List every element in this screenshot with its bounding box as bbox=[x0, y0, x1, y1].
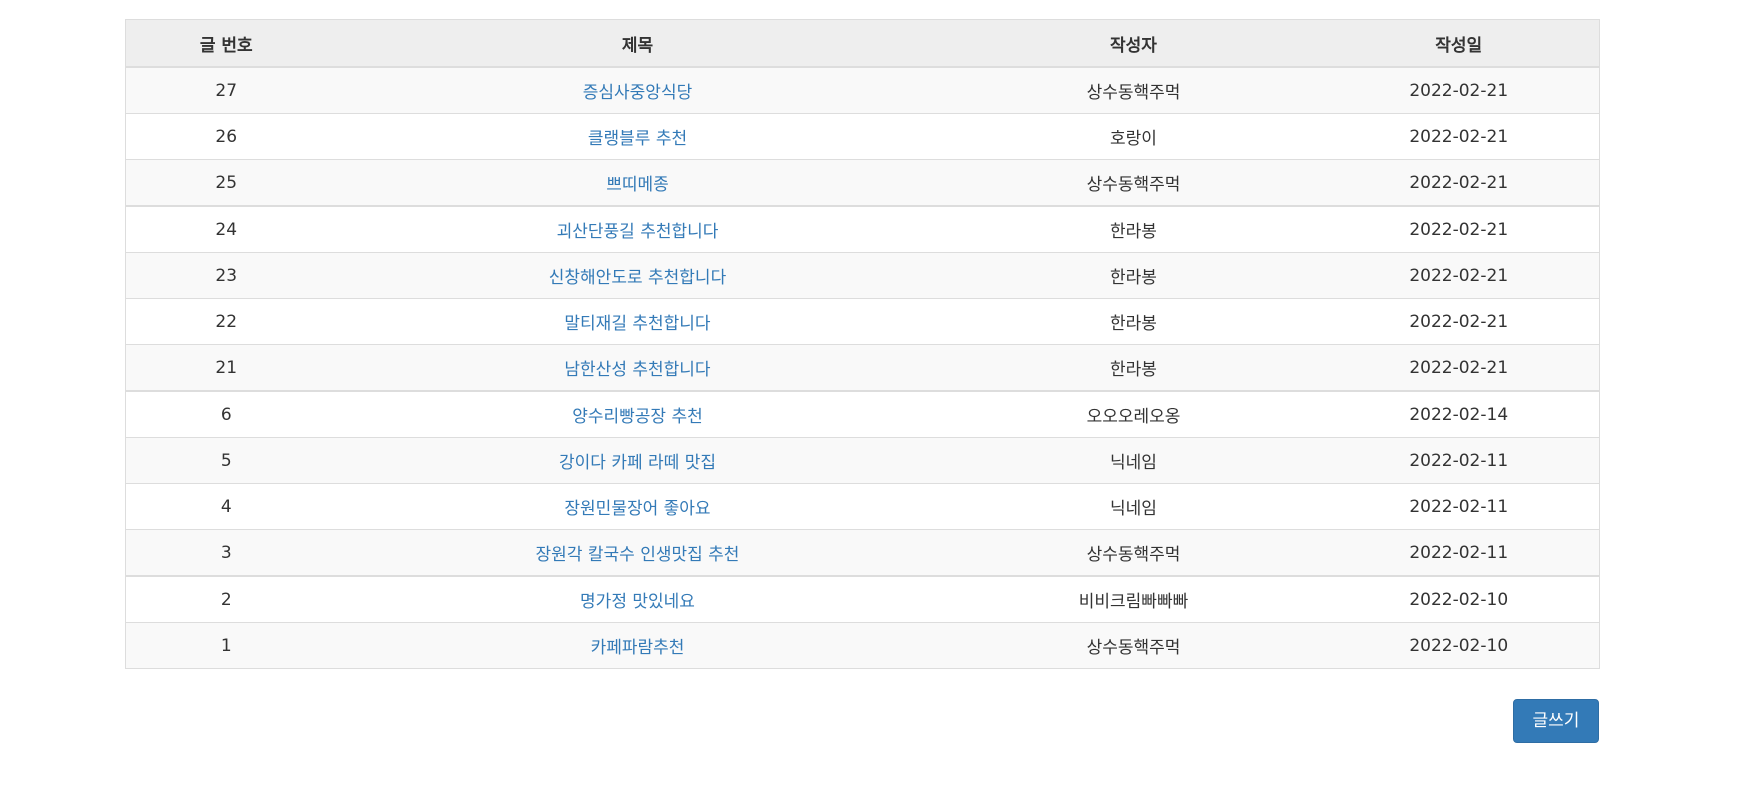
post-title-link[interactable]: 강이다 카페 라떼 맛집 bbox=[559, 453, 716, 473]
post-writer: 상수동핵주먹 bbox=[948, 529, 1319, 576]
table-row: 5 강이다 카페 라떼 맛집 닉네임 2022-02-11 bbox=[125, 437, 1600, 484]
post-date: 2022-02-21 bbox=[1318, 344, 1600, 391]
post-number: 3 bbox=[125, 529, 327, 576]
post-writer: 오오오레오옹 bbox=[948, 390, 1319, 438]
post-number: 1 bbox=[125, 622, 327, 669]
post-writer: 닉네임 bbox=[948, 437, 1319, 484]
post-writer: 한라봉 bbox=[948, 298, 1319, 345]
post-number: 22 bbox=[125, 298, 327, 345]
table-row: 23 신창해안도로 추천합니다 한라봉 2022-02-21 bbox=[125, 252, 1600, 299]
post-title-cell: 장원각 칼국수 인생맛집 추천 bbox=[326, 529, 949, 576]
post-date: 2022-02-10 bbox=[1318, 575, 1600, 623]
post-title-cell: 말티재길 추천합니다 bbox=[326, 298, 949, 345]
post-title-link[interactable]: 명가정 맛있네요 bbox=[580, 592, 695, 612]
column-header-date: 작성일 bbox=[1318, 19, 1600, 68]
table-row: 21 남한산성 추천합니다 한라봉 2022-02-21 bbox=[125, 344, 1600, 391]
post-date: 2022-02-21 bbox=[1318, 67, 1600, 114]
post-writer: 한라봉 bbox=[948, 344, 1319, 391]
post-title-cell: 클랭블루 추천 bbox=[326, 113, 949, 160]
table-row: 1 카페파람추천 상수동핵주먹 2022-02-10 bbox=[125, 622, 1600, 669]
board-container: 글 번호 제목 작성자 작성일 27 증심사중앙식당 상수동핵주먹 2022-0… bbox=[125, 19, 1600, 669]
table-row: 25 쁘띠메종 상수동핵주먹 2022-02-21 bbox=[125, 159, 1600, 206]
post-writer: 상수동핵주먹 bbox=[948, 159, 1319, 206]
header-row: 글 번호 제목 작성자 작성일 bbox=[125, 19, 1600, 68]
column-header-writer: 작성자 bbox=[948, 19, 1319, 68]
post-number: 25 bbox=[125, 159, 327, 206]
post-writer: 한라봉 bbox=[948, 252, 1319, 299]
table-header: 글 번호 제목 작성자 작성일 bbox=[125, 19, 1600, 68]
post-title-link[interactable]: 남한산성 추천합니다 bbox=[564, 360, 710, 380]
post-title-cell: 명가정 맛있네요 bbox=[326, 575, 949, 623]
post-title-link[interactable]: 증심사중앙식당 bbox=[583, 83, 692, 103]
table-row: 22 말티재길 추천합니다 한라봉 2022-02-21 bbox=[125, 298, 1600, 345]
post-title-link[interactable]: 양수리빵공장 추천 bbox=[572, 407, 703, 427]
post-title-cell: 남한산성 추천합니다 bbox=[326, 344, 949, 391]
post-title-link[interactable]: 카페파람추천 bbox=[591, 638, 685, 658]
post-date: 2022-02-14 bbox=[1318, 390, 1600, 438]
post-writer: 닉네임 bbox=[948, 483, 1319, 530]
post-number: 23 bbox=[125, 252, 327, 299]
post-title-link[interactable]: 괴산단풍길 추천합니다 bbox=[557, 222, 719, 242]
post-writer: 상수동핵주먹 bbox=[948, 67, 1319, 114]
post-writer: 비비크림빠빠빠 bbox=[948, 575, 1319, 623]
post-title-link[interactable]: 신창해안도로 추천합니다 bbox=[549, 268, 726, 288]
column-header-title: 제목 bbox=[326, 19, 949, 68]
post-number: 27 bbox=[125, 67, 327, 114]
table-row: 6 양수리빵공장 추천 오오오레오옹 2022-02-14 bbox=[125, 390, 1600, 438]
table-row: 2 명가정 맛있네요 비비크림빠빠빠 2022-02-10 bbox=[125, 575, 1600, 623]
post-title-cell: 양수리빵공장 추천 bbox=[326, 390, 949, 438]
post-title-link[interactable]: 쁘띠메종 bbox=[606, 175, 669, 195]
table-body: 27 증심사중앙식당 상수동핵주먹 2022-02-21 26 클랭블루 추천 … bbox=[125, 67, 1600, 669]
post-date: 2022-02-21 bbox=[1318, 159, 1600, 206]
post-title-link[interactable]: 말티재길 추천합니다 bbox=[564, 314, 710, 334]
post-date: 2022-02-21 bbox=[1318, 205, 1600, 253]
post-date: 2022-02-21 bbox=[1318, 113, 1600, 160]
post-number: 2 bbox=[125, 575, 327, 623]
post-title-cell: 카페파람추천 bbox=[326, 622, 949, 669]
post-title-cell: 장원민물장어 좋아요 bbox=[326, 483, 949, 530]
post-number: 26 bbox=[125, 113, 327, 160]
table-row: 27 증심사중앙식당 상수동핵주먹 2022-02-21 bbox=[125, 67, 1600, 114]
post-title-cell: 신창해안도로 추천합니다 bbox=[326, 252, 949, 299]
post-number: 21 bbox=[125, 344, 327, 391]
table-row: 24 괴산단풍길 추천합니다 한라봉 2022-02-21 bbox=[125, 205, 1600, 253]
table-row: 3 장원각 칼국수 인생맛집 추천 상수동핵주먹 2022-02-11 bbox=[125, 529, 1600, 576]
post-title-cell: 강이다 카페 라떼 맛집 bbox=[326, 437, 949, 484]
post-date: 2022-02-21 bbox=[1318, 252, 1600, 299]
post-writer: 상수동핵주먹 bbox=[948, 622, 1319, 669]
post-date: 2022-02-21 bbox=[1318, 298, 1600, 345]
post-table: 글 번호 제목 작성자 작성일 27 증심사중앙식당 상수동핵주먹 2022-0… bbox=[125, 19, 1600, 669]
post-date: 2022-02-11 bbox=[1318, 483, 1600, 530]
post-number: 5 bbox=[125, 437, 327, 484]
post-title-link[interactable]: 클랭블루 추천 bbox=[588, 129, 687, 149]
post-title-link[interactable]: 장원민물장어 좋아요 bbox=[564, 499, 710, 519]
post-title-link[interactable]: 장원각 칼국수 인생맛집 추천 bbox=[536, 545, 740, 565]
table-row: 26 클랭블루 추천 호랑이 2022-02-21 bbox=[125, 113, 1600, 160]
post-title-cell: 증심사중앙식당 bbox=[326, 67, 949, 114]
post-date: 2022-02-11 bbox=[1318, 437, 1600, 484]
post-writer: 한라봉 bbox=[948, 205, 1319, 253]
post-number: 6 bbox=[125, 390, 327, 438]
post-number: 4 bbox=[125, 483, 327, 530]
post-title-cell: 쁘띠메종 bbox=[326, 159, 949, 206]
post-title-cell: 괴산단풍길 추천합니다 bbox=[326, 205, 949, 253]
post-writer: 호랑이 bbox=[948, 113, 1319, 160]
post-date: 2022-02-11 bbox=[1318, 529, 1600, 576]
write-post-button[interactable]: 글쓰기 bbox=[1513, 699, 1599, 743]
post-number: 24 bbox=[125, 205, 327, 253]
table-row: 4 장원민물장어 좋아요 닉네임 2022-02-11 bbox=[125, 483, 1600, 530]
column-header-number: 글 번호 bbox=[125, 19, 327, 68]
post-date: 2022-02-10 bbox=[1318, 622, 1600, 669]
